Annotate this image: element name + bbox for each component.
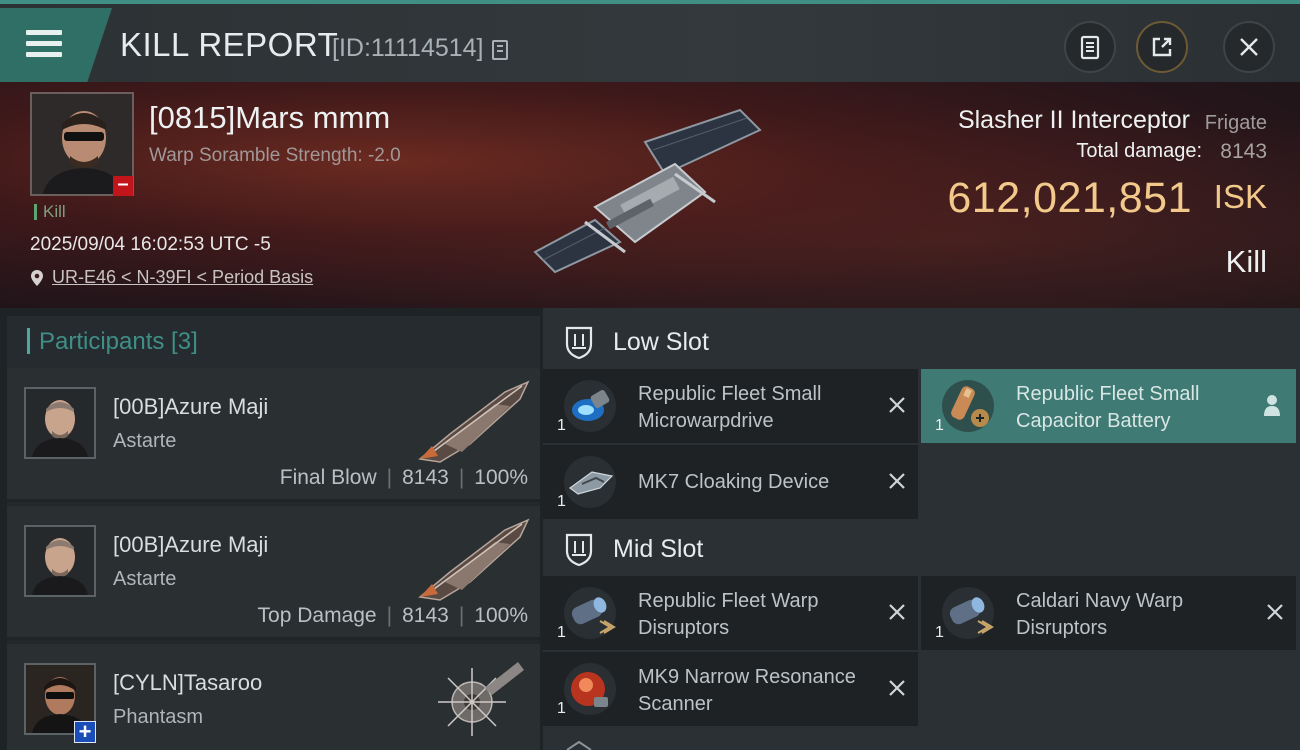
report-id: [ID:11114514]	[332, 34, 484, 62]
participant-damage: 8143	[402, 466, 449, 489]
close-icon[interactable]	[886, 601, 908, 623]
participant-name[interactable]: [00B]Azure Maji	[113, 532, 268, 558]
mid-slot-icon	[565, 533, 593, 567]
mid-slot-title: Mid Slot	[613, 535, 704, 563]
module-quantity: 1	[557, 624, 566, 641]
top-bar: KILL REPORT [ID:11114514]	[0, 0, 1300, 82]
share-icon	[1152, 37, 1172, 57]
menu-icon	[26, 30, 62, 60]
participants-panel: Participants [3] [00B]Azure Maji Astarte…	[7, 316, 540, 750]
module-quantity: 1	[557, 417, 566, 434]
kill-timestamp: 2025/09/04 16:02:53 UTC -5	[30, 234, 271, 255]
copy-icon[interactable]	[492, 40, 508, 60]
menu-button[interactable]	[0, 8, 112, 82]
fitting-panel: Low Slot 1 Republic Fleet Small Microwar…	[543, 308, 1300, 750]
total-damage-label: Total damage:	[1076, 140, 1202, 162]
participant-name[interactable]: [00B]Azure Maji	[113, 394, 268, 420]
low-slot-header: Low Slot	[543, 312, 1300, 372]
close-icon[interactable]	[886, 470, 908, 492]
participant-stats: Final Blow | 8143 | 100%	[279, 466, 528, 489]
module-name: Republic Fleet Small Capacitor Battery	[1016, 383, 1200, 432]
kill-tag: Kill	[34, 203, 66, 220]
location-pin-icon	[31, 269, 43, 286]
participant-ship-image	[418, 518, 530, 601]
friendly-status-badge: +	[74, 721, 96, 743]
location-link[interactable]: UR-E46 < N-39FI < Period Basis	[52, 267, 313, 288]
close-icon	[1240, 38, 1258, 56]
module-quantity: 1	[935, 624, 944, 641]
participant-name[interactable]: [CYLN]Tasaroo	[113, 670, 262, 696]
module-item[interactable]: 1 MK9 Narrow Resonance Scanner	[543, 652, 918, 726]
module-name: MK9 Narrow Resonance Scanner	[638, 666, 856, 715]
participant-role: Top Damage	[257, 604, 377, 627]
module-name: Republic Fleet Warp Disruptors	[638, 590, 819, 639]
module-name: Caldari Navy Warp Disruptors	[1016, 590, 1184, 639]
participant-ship: Astarte	[113, 568, 177, 590]
clipboard-button[interactable]	[1064, 21, 1116, 73]
person-icon[interactable]	[1262, 393, 1282, 417]
close-icon[interactable]	[886, 394, 908, 416]
isk-unit: ISK	[1213, 178, 1267, 215]
participant-row[interactable]: + [CYLN]Tasaroo Phantasm	[7, 644, 540, 750]
module-quantity: 1	[557, 700, 566, 717]
victim-name[interactable]: [0815]Mars mmm	[149, 100, 390, 136]
participant-role: Final Blow	[279, 466, 377, 489]
module-name: MK7 Cloaking Device	[638, 471, 830, 493]
participants-title: Participants [3]	[39, 328, 198, 355]
low-slot-icon	[565, 326, 593, 360]
participant-ship-image	[438, 662, 524, 736]
participant-avatar[interactable]	[24, 387, 96, 459]
participant-ship-image	[418, 380, 530, 463]
capacitor-battery-icon	[942, 380, 994, 432]
section-marker	[27, 328, 30, 354]
share-button[interactable]	[1136, 21, 1188, 73]
participant-row[interactable]: [00B]Azure Maji Astarte Final Blow | 814…	[7, 368, 540, 502]
victim-ship-class: Frigate	[1204, 112, 1267, 134]
isk-value: 612,021,851	[947, 174, 1192, 222]
close-button[interactable]	[1223, 21, 1275, 73]
cloaking-device-icon	[564, 456, 616, 508]
total-damage-value: 8143	[1220, 140, 1267, 163]
low-slot-title: Low Slot	[613, 328, 709, 356]
close-icon[interactable]	[886, 677, 908, 699]
participant-ship: Astarte	[113, 430, 177, 452]
microwarpdrive-icon	[564, 380, 616, 432]
close-icon[interactable]	[1264, 601, 1286, 623]
warp-scramble-strength: Warp Soramble Strength: -2.0	[149, 145, 401, 166]
warp-disruptor-icon	[942, 587, 994, 639]
victim-ship-image	[533, 108, 762, 274]
module-item[interactable]: 1 Republic Fleet Small Microwarpdrive	[543, 369, 918, 443]
warp-disruptor-icon	[564, 587, 616, 639]
participant-row[interactable]: [00B]Azure Maji Astarte Top Damage | 814…	[7, 506, 540, 640]
resonance-scanner-icon	[564, 663, 616, 715]
participant-stats: Top Damage | 8143 | 100%	[257, 604, 528, 627]
module-name: Republic Fleet Small Microwarpdrive	[638, 383, 822, 432]
kill-summary-banner: – [0815]Mars mmm Warp Soramble Strength:…	[0, 82, 1300, 308]
participant-damage: 8143	[402, 604, 449, 627]
clipboard-icon	[1080, 35, 1100, 60]
module-item[interactable]: 1 MK7 Cloaking Device	[543, 445, 918, 519]
hostile-status-badge: –	[113, 174, 133, 196]
participant-damage-percent: 100%	[474, 466, 528, 489]
module-item[interactable]: 1 Republic Fleet Warp Disruptors	[543, 576, 918, 650]
next-slot-icon	[566, 740, 592, 750]
participant-avatar[interactable]	[24, 525, 96, 597]
kill-location[interactable]: UR-E46 < N-39FI < Period Basis	[30, 267, 313, 288]
module-item[interactable]: 1 Republic Fleet Small Capacitor Battery	[921, 369, 1296, 443]
module-item[interactable]: 1 Caldari Navy Warp Disruptors	[921, 576, 1296, 650]
module-quantity: 1	[935, 417, 944, 434]
result-label: Kill	[1225, 244, 1267, 279]
participant-damage-percent: 100%	[474, 604, 528, 627]
participant-ship: Phantasm	[113, 706, 204, 728]
participants-header: Participants [3]	[7, 316, 540, 368]
module-quantity: 1	[557, 493, 566, 510]
page-title: KILL REPORT	[120, 26, 339, 63]
victim-ship-name[interactable]: Slasher II Interceptor	[958, 106, 1190, 135]
mid-slot-header: Mid Slot	[543, 519, 1300, 579]
